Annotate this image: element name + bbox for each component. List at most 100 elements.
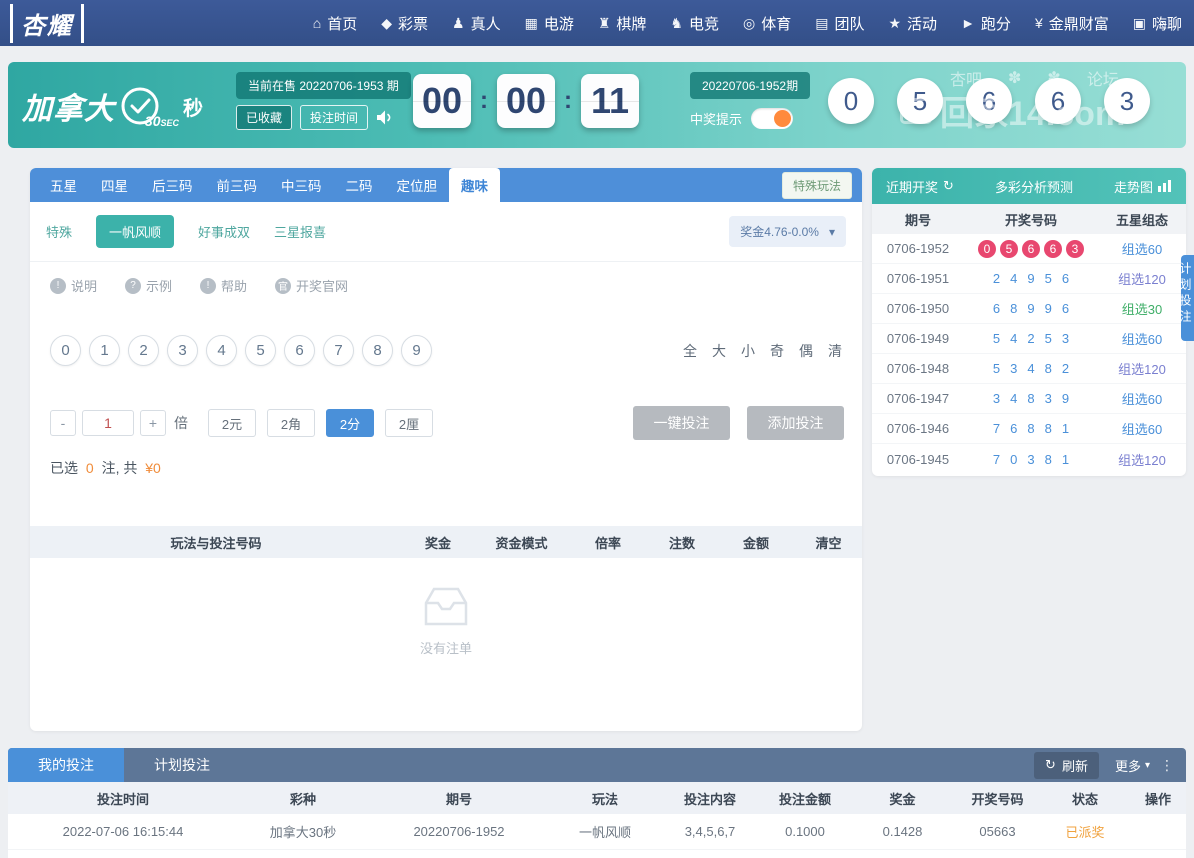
subtab-double-happiness[interactable]: 好事成双 bbox=[198, 222, 250, 241]
chevron-down-icon: ▾ bbox=[1144, 759, 1150, 771]
unit-2fen-button[interactable]: 2分 bbox=[326, 409, 374, 437]
nav-item-chess[interactable]: ♜ 棋牌 bbox=[586, 0, 659, 46]
quick-small[interactable]: 小 bbox=[741, 341, 755, 361]
draw-period: 0706-1947 bbox=[886, 391, 950, 406]
bonus-select[interactable]: 奖金4.76-0.0% ▾ bbox=[729, 216, 846, 247]
one-key-bet-button[interactable]: 一键投注 bbox=[633, 406, 730, 440]
favorite-button[interactable]: 已收藏 bbox=[236, 105, 293, 130]
nav-item-home[interactable]: ⌂ 首页 bbox=[301, 0, 369, 46]
empty-state: 没有注单 bbox=[30, 558, 862, 657]
sub-tab-bar: 特殊 一帆风顺 好事成双 三星报喜 奖金4.76-0.0% ▾ bbox=[30, 202, 862, 262]
nav-item-chat[interactable]: ▣ 嗨聊 bbox=[1121, 0, 1194, 46]
bet-time-button[interactable]: 投注时间 bbox=[300, 105, 369, 130]
draw-digit: 3 bbox=[1010, 361, 1018, 376]
esports-icon: ♞ bbox=[670, 14, 683, 31]
draw-ball: 6 bbox=[1044, 239, 1062, 258]
question-icon: ? bbox=[125, 277, 142, 294]
activity-icon: ★ bbox=[888, 14, 902, 31]
official-site-link[interactable]: 官 开奖官网 bbox=[275, 276, 348, 295]
helper-links: ! 说明 ? 示例 ! 帮助 官 开奖官网 bbox=[30, 262, 862, 301]
tab-two-code[interactable]: 二码 bbox=[334, 168, 385, 202]
number-ball-5[interactable]: 5 bbox=[245, 335, 276, 366]
tab-five-star[interactable]: 五星 bbox=[38, 168, 89, 202]
multiplier-plus-button[interactable]: + bbox=[140, 410, 166, 436]
number-ball-3[interactable]: 3 bbox=[167, 335, 198, 366]
tab-recent-draws[interactable]: 近期开奖 ↻ bbox=[886, 177, 954, 196]
multiplier-minus-button[interactable]: - bbox=[50, 410, 76, 436]
number-ball-4[interactable]: 4 bbox=[206, 335, 237, 366]
tab-first-three[interactable]: 前三码 bbox=[205, 168, 270, 202]
nav-label: 彩票 bbox=[398, 15, 429, 33]
draw-combo: 组选60 bbox=[1121, 392, 1163, 407]
nav-item-activity[interactable]: ★ 活动 bbox=[876, 0, 949, 46]
number-ball-7[interactable]: 7 bbox=[323, 335, 354, 366]
draw-digit: 9 bbox=[1061, 391, 1070, 406]
nav-label: 首页 bbox=[327, 15, 358, 33]
tab-middle-three[interactable]: 中三码 bbox=[269, 168, 334, 202]
number-ball-1[interactable]: 1 bbox=[89, 335, 120, 366]
tab-last-three[interactable]: 后三码 bbox=[140, 168, 205, 202]
quick-all[interactable]: 全 bbox=[683, 341, 697, 361]
subtab-special[interactable]: 特殊 bbox=[46, 222, 72, 241]
nav-item-team[interactable]: ▤ 团队 bbox=[803, 0, 876, 46]
draw-digit: 4 bbox=[1010, 271, 1018, 286]
draw-row: 0706-1952 0 5 6 6 3 组选60 bbox=[872, 234, 1186, 264]
nav-item-wealth[interactable]: ¥ 金鼎财富 bbox=[1023, 0, 1121, 46]
bet-bonus: 0.1428 bbox=[882, 824, 923, 839]
tab-fun[interactable]: 趣味 bbox=[449, 168, 500, 202]
summary-mid: 注, 共 bbox=[101, 460, 138, 476]
nav-item-egames[interactable]: ▦ 电游 bbox=[513, 0, 586, 46]
instructions-link[interactable]: ! 说明 bbox=[50, 276, 97, 295]
quick-even[interactable]: 偶 bbox=[799, 341, 813, 361]
tab-trend-chart[interactable]: 走势图 bbox=[1114, 177, 1172, 196]
kebab-menu-icon[interactable]: ⋮ bbox=[1160, 757, 1174, 774]
unit-2yuan-button[interactable]: 2元 bbox=[208, 409, 256, 437]
subtab-smooth-sailing[interactable]: 一帆风顺 bbox=[96, 215, 175, 248]
column-header: 玩法 bbox=[591, 791, 618, 807]
tab-four-star[interactable]: 四星 bbox=[89, 168, 140, 202]
quick-big[interactable]: 大 bbox=[712, 341, 726, 361]
number-ball-0[interactable]: 0 bbox=[50, 335, 81, 366]
bet-amount: 0.1000 bbox=[785, 824, 825, 839]
nav-item-sports[interactable]: ◎ 体育 bbox=[731, 0, 803, 46]
quick-odd[interactable]: 奇 bbox=[770, 341, 784, 361]
helper-label: 开奖官网 bbox=[296, 279, 349, 294]
refresh-button[interactable]: ↻ 刷新 bbox=[1034, 751, 1099, 779]
draw-numbers: 5 3 4 8 2 bbox=[964, 361, 1098, 376]
quick-clear[interactable]: 清 bbox=[828, 341, 842, 361]
bet-play: 一帆风顺 bbox=[578, 825, 631, 840]
nav-item-live[interactable]: ♟ 真人 bbox=[440, 0, 513, 46]
tab-my-bets[interactable]: 我的投注 bbox=[8, 748, 124, 782]
subtab-triple-joy[interactable]: 三星报喜 bbox=[274, 222, 326, 241]
tab-plan-bets[interactable]: 计划投注 bbox=[124, 748, 240, 782]
official-icon: 官 bbox=[275, 277, 292, 294]
number-ball-9[interactable]: 9 bbox=[401, 335, 432, 366]
unit-2li-button[interactable]: 2厘 bbox=[385, 409, 433, 437]
unit-2jiao-button[interactable]: 2角 bbox=[267, 409, 315, 437]
number-ball-6[interactable]: 6 bbox=[284, 335, 315, 366]
nav-item-lottery[interactable]: ◆ 彩票 bbox=[369, 0, 440, 46]
times-label: 倍 bbox=[174, 415, 188, 431]
speaker-icon[interactable] bbox=[376, 110, 393, 125]
draw-period: 0706-1949 bbox=[886, 331, 950, 346]
nav-item-score[interactable]: ► 跑分 bbox=[949, 0, 1023, 46]
tab-position[interactable]: 定位胆 bbox=[385, 168, 450, 202]
draw-digit: 7 bbox=[992, 421, 1001, 436]
site-logo[interactable]: 杏耀 bbox=[10, 3, 84, 43]
nav-item-esports[interactable]: ♞ 电竞 bbox=[658, 0, 731, 46]
help-link[interactable]: ! 帮助 bbox=[200, 276, 247, 295]
selected-total: ¥0 bbox=[145, 460, 161, 476]
number-ball-2[interactable]: 2 bbox=[128, 335, 159, 366]
egames-icon: ▦ bbox=[524, 14, 538, 31]
add-bet-button[interactable]: 添加投注 bbox=[747, 406, 844, 440]
plan-bet-side-tab[interactable]: 计划投注 bbox=[1181, 255, 1194, 341]
more-button[interactable]: 更多 ▾ bbox=[1115, 756, 1150, 775]
multiplier-input[interactable] bbox=[82, 410, 134, 436]
number-ball-8[interactable]: 8 bbox=[362, 335, 393, 366]
example-link[interactable]: ? 示例 bbox=[125, 276, 172, 295]
win-tip-toggle[interactable] bbox=[751, 108, 794, 129]
special-play-button[interactable]: 特殊玩法 bbox=[781, 171, 852, 199]
tab-analysis[interactable]: 多彩分析预测 bbox=[995, 177, 1073, 196]
my-bets-tab-bar: 我的投注 计划投注 ↻ 刷新 更多 ▾ ⋮ bbox=[8, 748, 1186, 782]
draw-row: 0706-1948 5 3 4 8 2 组选120 bbox=[872, 354, 1186, 384]
